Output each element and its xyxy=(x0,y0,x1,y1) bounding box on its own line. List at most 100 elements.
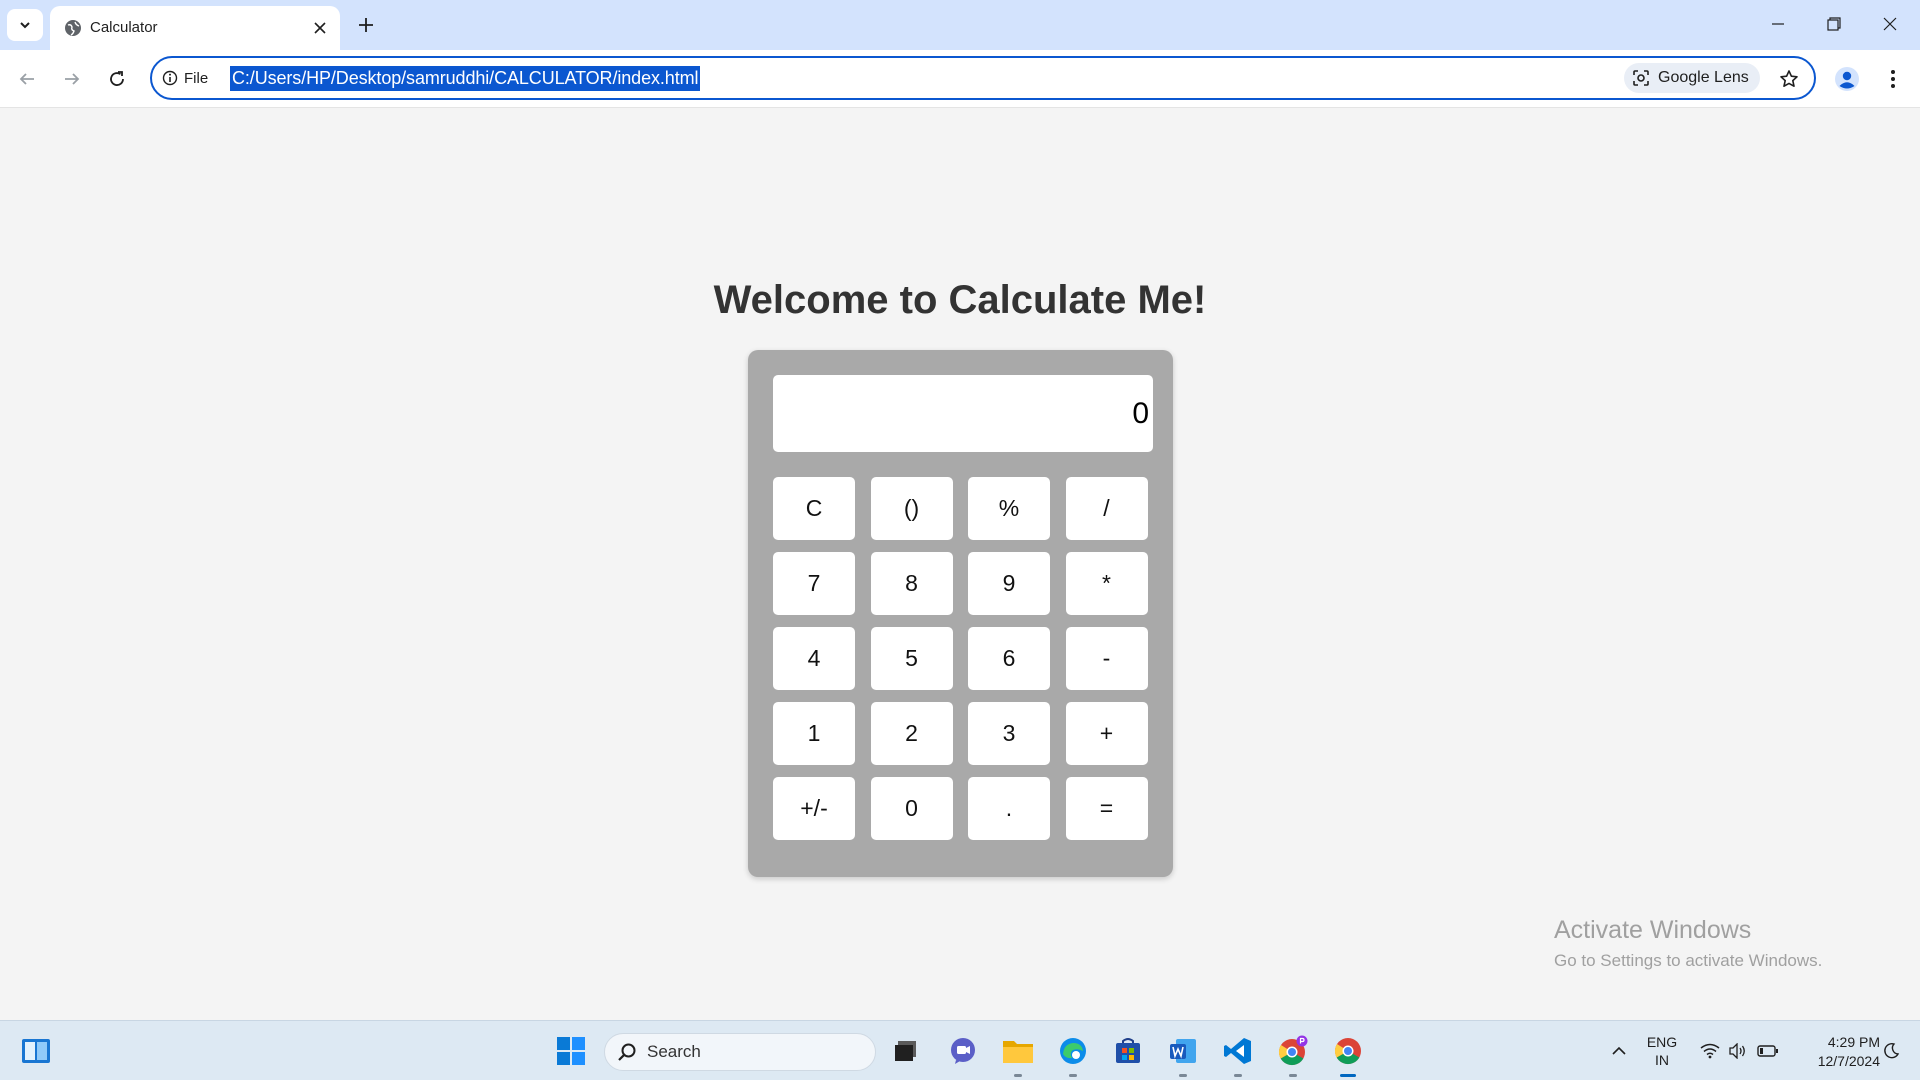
key-3[interactable]: 3 xyxy=(968,702,1050,765)
task-view-icon xyxy=(895,1041,916,1061)
minimize-icon xyxy=(1772,23,1784,25)
google-lens-label: Google Lens xyxy=(1658,69,1749,86)
close-icon xyxy=(314,22,326,34)
chrome-icon xyxy=(1278,1035,1308,1066)
folder-icon xyxy=(1003,1041,1033,1063)
plus-icon xyxy=(359,18,373,32)
key-parentheses[interactable]: () xyxy=(870,477,953,540)
file-explorer-button[interactable] xyxy=(999,1032,1037,1077)
key-6[interactable]: 6 xyxy=(968,627,1050,690)
show-hidden-icons-button[interactable] xyxy=(1604,1021,1634,1080)
restore-button[interactable] xyxy=(1806,0,1862,48)
key-divide[interactable]: / xyxy=(1065,477,1148,540)
chevron-up-icon xyxy=(1612,1046,1626,1055)
vscode-button[interactable] xyxy=(1219,1032,1257,1077)
key-0[interactable]: 0 xyxy=(870,777,953,840)
activate-windows-title: Activate Windows xyxy=(1554,916,1752,944)
key-9[interactable]: 9 xyxy=(968,552,1050,615)
teams-chat-button[interactable] xyxy=(944,1032,982,1070)
browser-tab-bar: Calculator xyxy=(0,0,1920,50)
input-language-label: ENG xyxy=(1646,1034,1678,1050)
activate-windows-subtitle: Go to Settings to activate Windows. xyxy=(1554,951,1823,970)
key-decimal[interactable]: . xyxy=(968,777,1050,840)
profile-button[interactable] xyxy=(1830,62,1864,96)
edge-button[interactable] xyxy=(1054,1032,1092,1077)
browser-menu-button[interactable] xyxy=(1876,62,1910,96)
key-5[interactable]: 5 xyxy=(870,627,953,690)
activate-windows-watermark: Activate Windows Go to Settings to activ… xyxy=(1554,916,1822,971)
taskbar: Search ENG IN 4:29 PM 12/7/2024 xyxy=(0,1020,1920,1080)
forward-button[interactable] xyxy=(56,63,88,95)
close-icon xyxy=(1883,17,1897,31)
close-window-button[interactable] xyxy=(1862,0,1918,48)
word-icon xyxy=(1170,1039,1196,1063)
url-text[interactable]: C:/Users/HP/Desktop/samruddhi/CALCULATOR… xyxy=(230,66,701,91)
edge-icon xyxy=(1060,1038,1086,1064)
word-button[interactable] xyxy=(1164,1032,1202,1077)
key-percent[interactable]: % xyxy=(968,477,1050,540)
tab-title: Calculator xyxy=(90,19,158,36)
taskbar-search-label: Search xyxy=(647,1042,701,1061)
key-subtract[interactable]: - xyxy=(1065,627,1148,690)
store-icon xyxy=(1116,1038,1140,1063)
google-lens-button[interactable]: Google Lens xyxy=(1624,63,1760,93)
chevron-down-icon xyxy=(20,22,30,29)
vscode-icon xyxy=(1224,1038,1251,1064)
key-equals[interactable]: = xyxy=(1065,777,1148,840)
moon-icon xyxy=(1884,1042,1900,1059)
reload-button[interactable] xyxy=(101,63,133,95)
store-button[interactable] xyxy=(1109,1032,1147,1070)
arrow-right-icon xyxy=(65,73,80,85)
key-1[interactable]: 1 xyxy=(773,702,855,765)
key-add[interactable]: + xyxy=(1065,702,1148,765)
volume-status[interactable] xyxy=(1725,1021,1751,1080)
wifi-status[interactable] xyxy=(1696,1021,1724,1080)
input-language-button[interactable]: ENG IN xyxy=(1644,1033,1680,1069)
avatar-icon xyxy=(1835,67,1859,91)
key-4[interactable]: 4 xyxy=(773,627,855,690)
bookmark-button[interactable] xyxy=(1774,64,1804,94)
arrow-left-icon xyxy=(19,73,34,85)
page-title: Welcome to Calculate Me! xyxy=(713,278,1207,322)
back-button[interactable] xyxy=(11,63,43,95)
tab-search-button[interactable] xyxy=(7,9,43,41)
calculator-display[interactable]: 0 xyxy=(773,375,1153,452)
chrome-icon xyxy=(1334,1038,1361,1065)
site-info-label: File xyxy=(184,69,209,87)
search-icon xyxy=(618,1043,636,1061)
lens-icon xyxy=(1633,70,1649,86)
calculator: 0 C () % / 7 8 9 * 4 5 6 - 1 2 3 + +/- 0… xyxy=(748,350,1173,877)
star-icon xyxy=(1780,70,1798,87)
more-vertical-icon xyxy=(1891,70,1895,88)
clock-time: 4:29 PM xyxy=(1827,1034,1880,1050)
focus-assist-button[interactable] xyxy=(1876,1021,1906,1080)
restore-icon xyxy=(1827,17,1841,31)
chrome-button[interactable] xyxy=(1329,1032,1367,1077)
chat-icon xyxy=(951,1038,975,1064)
calculator-keypad: C () % / 7 8 9 * 4 5 6 - 1 2 3 + +/- 0 .… xyxy=(773,477,1148,840)
chrome-profile-button[interactable] xyxy=(1274,1032,1312,1077)
tab-close-button[interactable] xyxy=(308,16,332,40)
start-button[interactable] xyxy=(552,1032,590,1070)
volume-icon xyxy=(1729,1043,1745,1059)
key-7[interactable]: 7 xyxy=(773,552,855,615)
minimize-button[interactable] xyxy=(1750,0,1806,48)
globe-icon xyxy=(65,20,81,36)
widgets-icon[interactable] xyxy=(20,1035,52,1067)
reload-icon xyxy=(110,71,124,86)
input-region-label: IN xyxy=(1655,1052,1669,1068)
key-8[interactable]: 8 xyxy=(870,552,953,615)
key-multiply[interactable]: * xyxy=(1065,552,1148,615)
tab-calculator[interactable]: Calculator xyxy=(50,6,340,50)
new-tab-button[interactable] xyxy=(352,11,380,39)
battery-status[interactable] xyxy=(1754,1021,1782,1080)
task-view-button[interactable] xyxy=(887,1032,925,1070)
address-bar[interactable]: File C:/Users/HP/Desktop/samruddhi/CALCU… xyxy=(150,56,1816,100)
key-negate[interactable]: +/- xyxy=(773,777,855,840)
key-clear[interactable]: C xyxy=(773,477,855,540)
site-info-button[interactable]: File xyxy=(162,66,208,90)
key-2[interactable]: 2 xyxy=(870,702,953,765)
info-icon xyxy=(162,70,178,86)
taskbar-clock[interactable]: 4:29 PM 12/7/2024 xyxy=(1790,1033,1880,1071)
taskbar-search[interactable]: Search xyxy=(604,1033,876,1071)
